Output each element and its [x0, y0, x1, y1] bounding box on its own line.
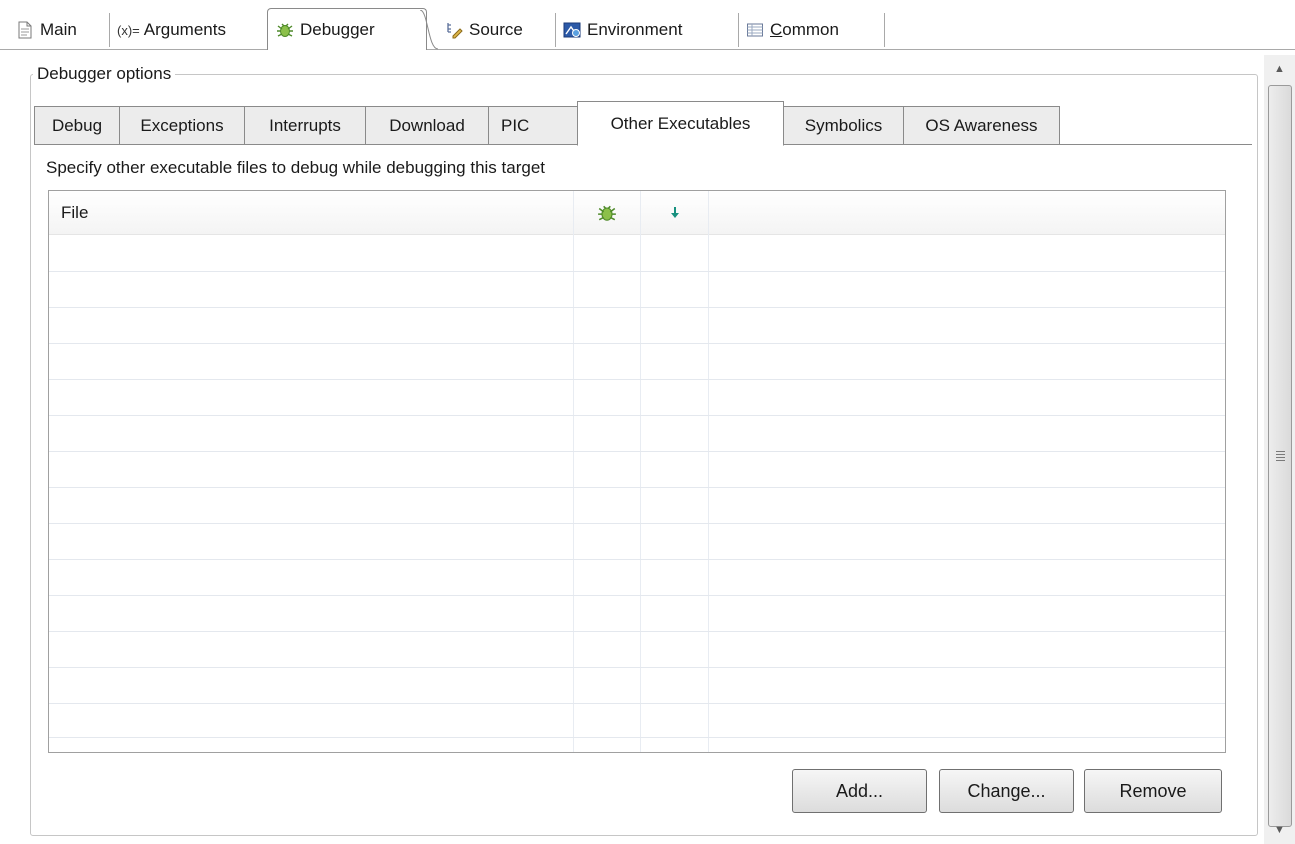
debugger-option-tabs: Debug Exceptions Interrupts Download PIC… [34, 101, 1252, 146]
remove-button[interactable]: Remove [1084, 769, 1222, 813]
tab-download[interactable]: Download [365, 106, 489, 144]
tab-main-label: Main [40, 20, 77, 39]
column-header-download[interactable] [641, 191, 708, 235]
tab-baseline [0, 49, 1295, 50]
tab-environment[interactable]: Environment [555, 11, 739, 49]
tab-debugger[interactable]: Debugger [267, 8, 427, 50]
tab-curve [420, 10, 438, 50]
tab-arguments[interactable]: (x)= Arguments [109, 11, 267, 49]
column-header-debug[interactable] [574, 191, 640, 235]
executables-table[interactable]: File [48, 190, 1226, 753]
table-row-line [49, 703, 1225, 704]
bug-icon [277, 23, 293, 37]
document-icon [18, 21, 32, 39]
table-row-line [49, 667, 1225, 668]
add-button[interactable]: Add... [792, 769, 927, 813]
table-row-line [49, 523, 1225, 524]
scroll-up-icon[interactable]: ▲ [1264, 55, 1295, 83]
grip-icon [1275, 451, 1285, 461]
table-row-line [49, 415, 1225, 416]
scroll-thumb[interactable] [1268, 85, 1292, 827]
table-row-line [49, 307, 1225, 308]
tab-common-label: Common [770, 20, 839, 39]
table-row-line [49, 451, 1225, 452]
scroll-down-icon[interactable]: ▼ [1264, 816, 1295, 844]
change-button[interactable]: Change... [939, 769, 1074, 813]
table-row-line [49, 737, 1225, 738]
download-arrow-icon [670, 207, 679, 218]
common-icon [747, 23, 763, 37]
tab-os-awareness[interactable]: OS Awareness [903, 106, 1060, 144]
tab-main[interactable]: Main [8, 11, 110, 49]
tab-debugger-label: Debugger [300, 19, 375, 39]
tab-source-label: Source [469, 20, 523, 39]
tab-exceptions[interactable]: Exceptions [119, 106, 245, 144]
tab-debug[interactable]: Debug [34, 106, 120, 144]
table-row-line [49, 595, 1225, 596]
tab-arguments-label: Arguments [143, 20, 226, 39]
table-row-line [49, 343, 1225, 344]
variable-icon: (x)= [117, 22, 140, 38]
tab-common[interactable]: Common [738, 11, 885, 49]
description-text: Specify other executable files to debug … [46, 158, 545, 177]
bug-icon [598, 205, 616, 221]
table-row-line [49, 559, 1225, 560]
tab-other-executables[interactable]: Other Executables [577, 101, 784, 146]
table-row-line [49, 271, 1225, 272]
table-row-line [49, 631, 1225, 632]
tab-symbolics[interactable]: Symbolics [783, 106, 904, 144]
column-header-file[interactable]: File [61, 191, 88, 235]
tab-environment-label: Environment [587, 20, 683, 39]
table-header: File [49, 191, 1225, 235]
group-legend: Debugger options [33, 64, 176, 84]
tab-source[interactable]: Source [437, 11, 556, 49]
tab-pic[interactable]: PIC [488, 106, 578, 144]
launch-config-tabs: Main (x)= Arguments Debugger Source Envi… [0, 0, 1295, 50]
table-row-line [49, 487, 1225, 488]
environment-icon [563, 22, 581, 38]
source-lookup-icon [447, 23, 463, 39]
vertical-scrollbar[interactable]: ▲ ▼ [1264, 55, 1295, 844]
tab-interrupts[interactable]: Interrupts [244, 106, 366, 144]
tab-separator [884, 13, 885, 47]
table-row-line [49, 379, 1225, 380]
